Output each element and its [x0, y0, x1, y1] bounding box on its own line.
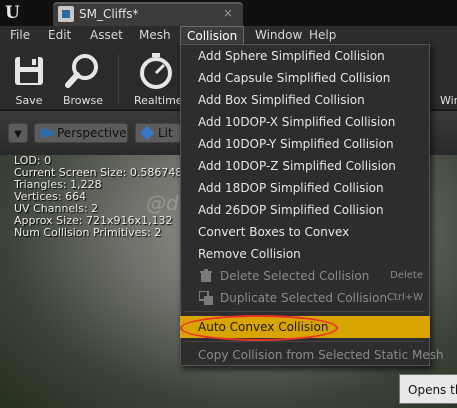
duplicate-shortcut: Ctrl+W — [386, 292, 423, 303]
perspective-icon — [40, 128, 54, 138]
menu-item-add-10dop-z[interactable]: Add 10DOP-Z Simplified Collision — [181, 155, 429, 177]
menu-help[interactable]: Help — [303, 26, 342, 46]
menu-item-add-10dop-y[interactable]: Add 10DOP-Y Simplified Collision — [181, 133, 429, 155]
save-label: Save — [15, 94, 43, 107]
stat-collision-primitives: Num Collision Primitives: 2 — [14, 226, 162, 239]
viewport-options-button[interactable]: ▼ — [8, 123, 28, 143]
menu-edit[interactable]: Edit — [42, 26, 77, 46]
magnifier-icon — [65, 54, 98, 88]
annotation-ring — [180, 315, 338, 341]
menu-asset[interactable]: Asset — [84, 26, 129, 46]
title-bar: U SM_Cliffs* × — [0, 0, 457, 26]
delete-shortcut: Delete — [390, 270, 423, 281]
lit-label: Lit — [158, 126, 173, 140]
menu-item-add-sphere[interactable]: Add Sphere Simplified Collision — [181, 45, 429, 67]
tab-title: SM_Cliffs* — [79, 7, 139, 21]
menu-item-add-18dop[interactable]: Add 18DOP Simplified Collision — [181, 177, 429, 199]
cube-icon — [139, 125, 155, 141]
menu-collision[interactable]: Collision — [180, 26, 245, 46]
duplicate-icon — [199, 291, 213, 305]
menu-separator — [185, 341, 425, 342]
close-icon[interactable]: × — [223, 6, 233, 20]
perspective-button[interactable]: Perspective — [34, 123, 128, 143]
save-button[interactable]: Save — [6, 50, 52, 108]
duplicate-label: Duplicate Selected Collision — [220, 291, 388, 305]
delete-icon — [200, 269, 212, 282]
realtime-label: Realtime — [134, 94, 183, 107]
wireframe-label: Wir — [440, 94, 457, 107]
static-mesh-icon — [58, 6, 74, 22]
realtime-button[interactable]: Realtime — [130, 50, 183, 108]
menu-bar: File Edit Asset Mesh Collision Window He… — [0, 26, 457, 46]
save-icon — [15, 57, 43, 85]
menu-item-add-box[interactable]: Add Box Simplified Collision — [181, 89, 429, 111]
menu-file[interactable]: File — [4, 26, 36, 46]
menu-mesh[interactable]: Mesh — [133, 26, 177, 46]
menu-item-add-10dop-x[interactable]: Add 10DOP-X Simplified Collision — [181, 111, 429, 133]
stopwatch-icon — [140, 53, 172, 89]
toolbar-divider — [118, 54, 119, 104]
perspective-label: Perspective — [57, 126, 127, 140]
editor-tab[interactable]: SM_Cliffs* × — [53, 2, 243, 26]
chevron-down-icon: ▼ — [14, 129, 22, 140]
lit-button[interactable]: Lit — [135, 123, 181, 143]
menu-item-duplicate-selected[interactable]: Duplicate Selected Collision Ctrl+W — [181, 287, 429, 309]
menu-item-add-capsule[interactable]: Add Capsule Simplified Collision — [181, 67, 429, 89]
menu-window[interactable]: Window — [249, 26, 308, 46]
menu-item-delete-selected[interactable]: Delete Selected Collision Delete — [181, 265, 429, 287]
menu-item-remove-collision[interactable]: Remove Collision — [181, 243, 429, 265]
menu-separator — [185, 311, 425, 312]
browse-label: Browse — [62, 94, 104, 107]
menu-item-copy-collision[interactable]: Copy Collision from Selected Static Mesh — [181, 344, 444, 366]
delete-label: Delete Selected Collision — [220, 269, 370, 283]
browse-button[interactable]: Browse — [58, 50, 108, 108]
menu-item-convert-boxes[interactable]: Convert Boxes to Convex — [181, 221, 429, 243]
wireframe-button[interactable]: Wir — [436, 50, 457, 108]
unreal-logo-icon: U — [5, 3, 20, 23]
tooltip: Opens the — [399, 374, 457, 404]
menu-item-add-26dop[interactable]: Add 26DOP Simplified Collision — [181, 199, 429, 221]
